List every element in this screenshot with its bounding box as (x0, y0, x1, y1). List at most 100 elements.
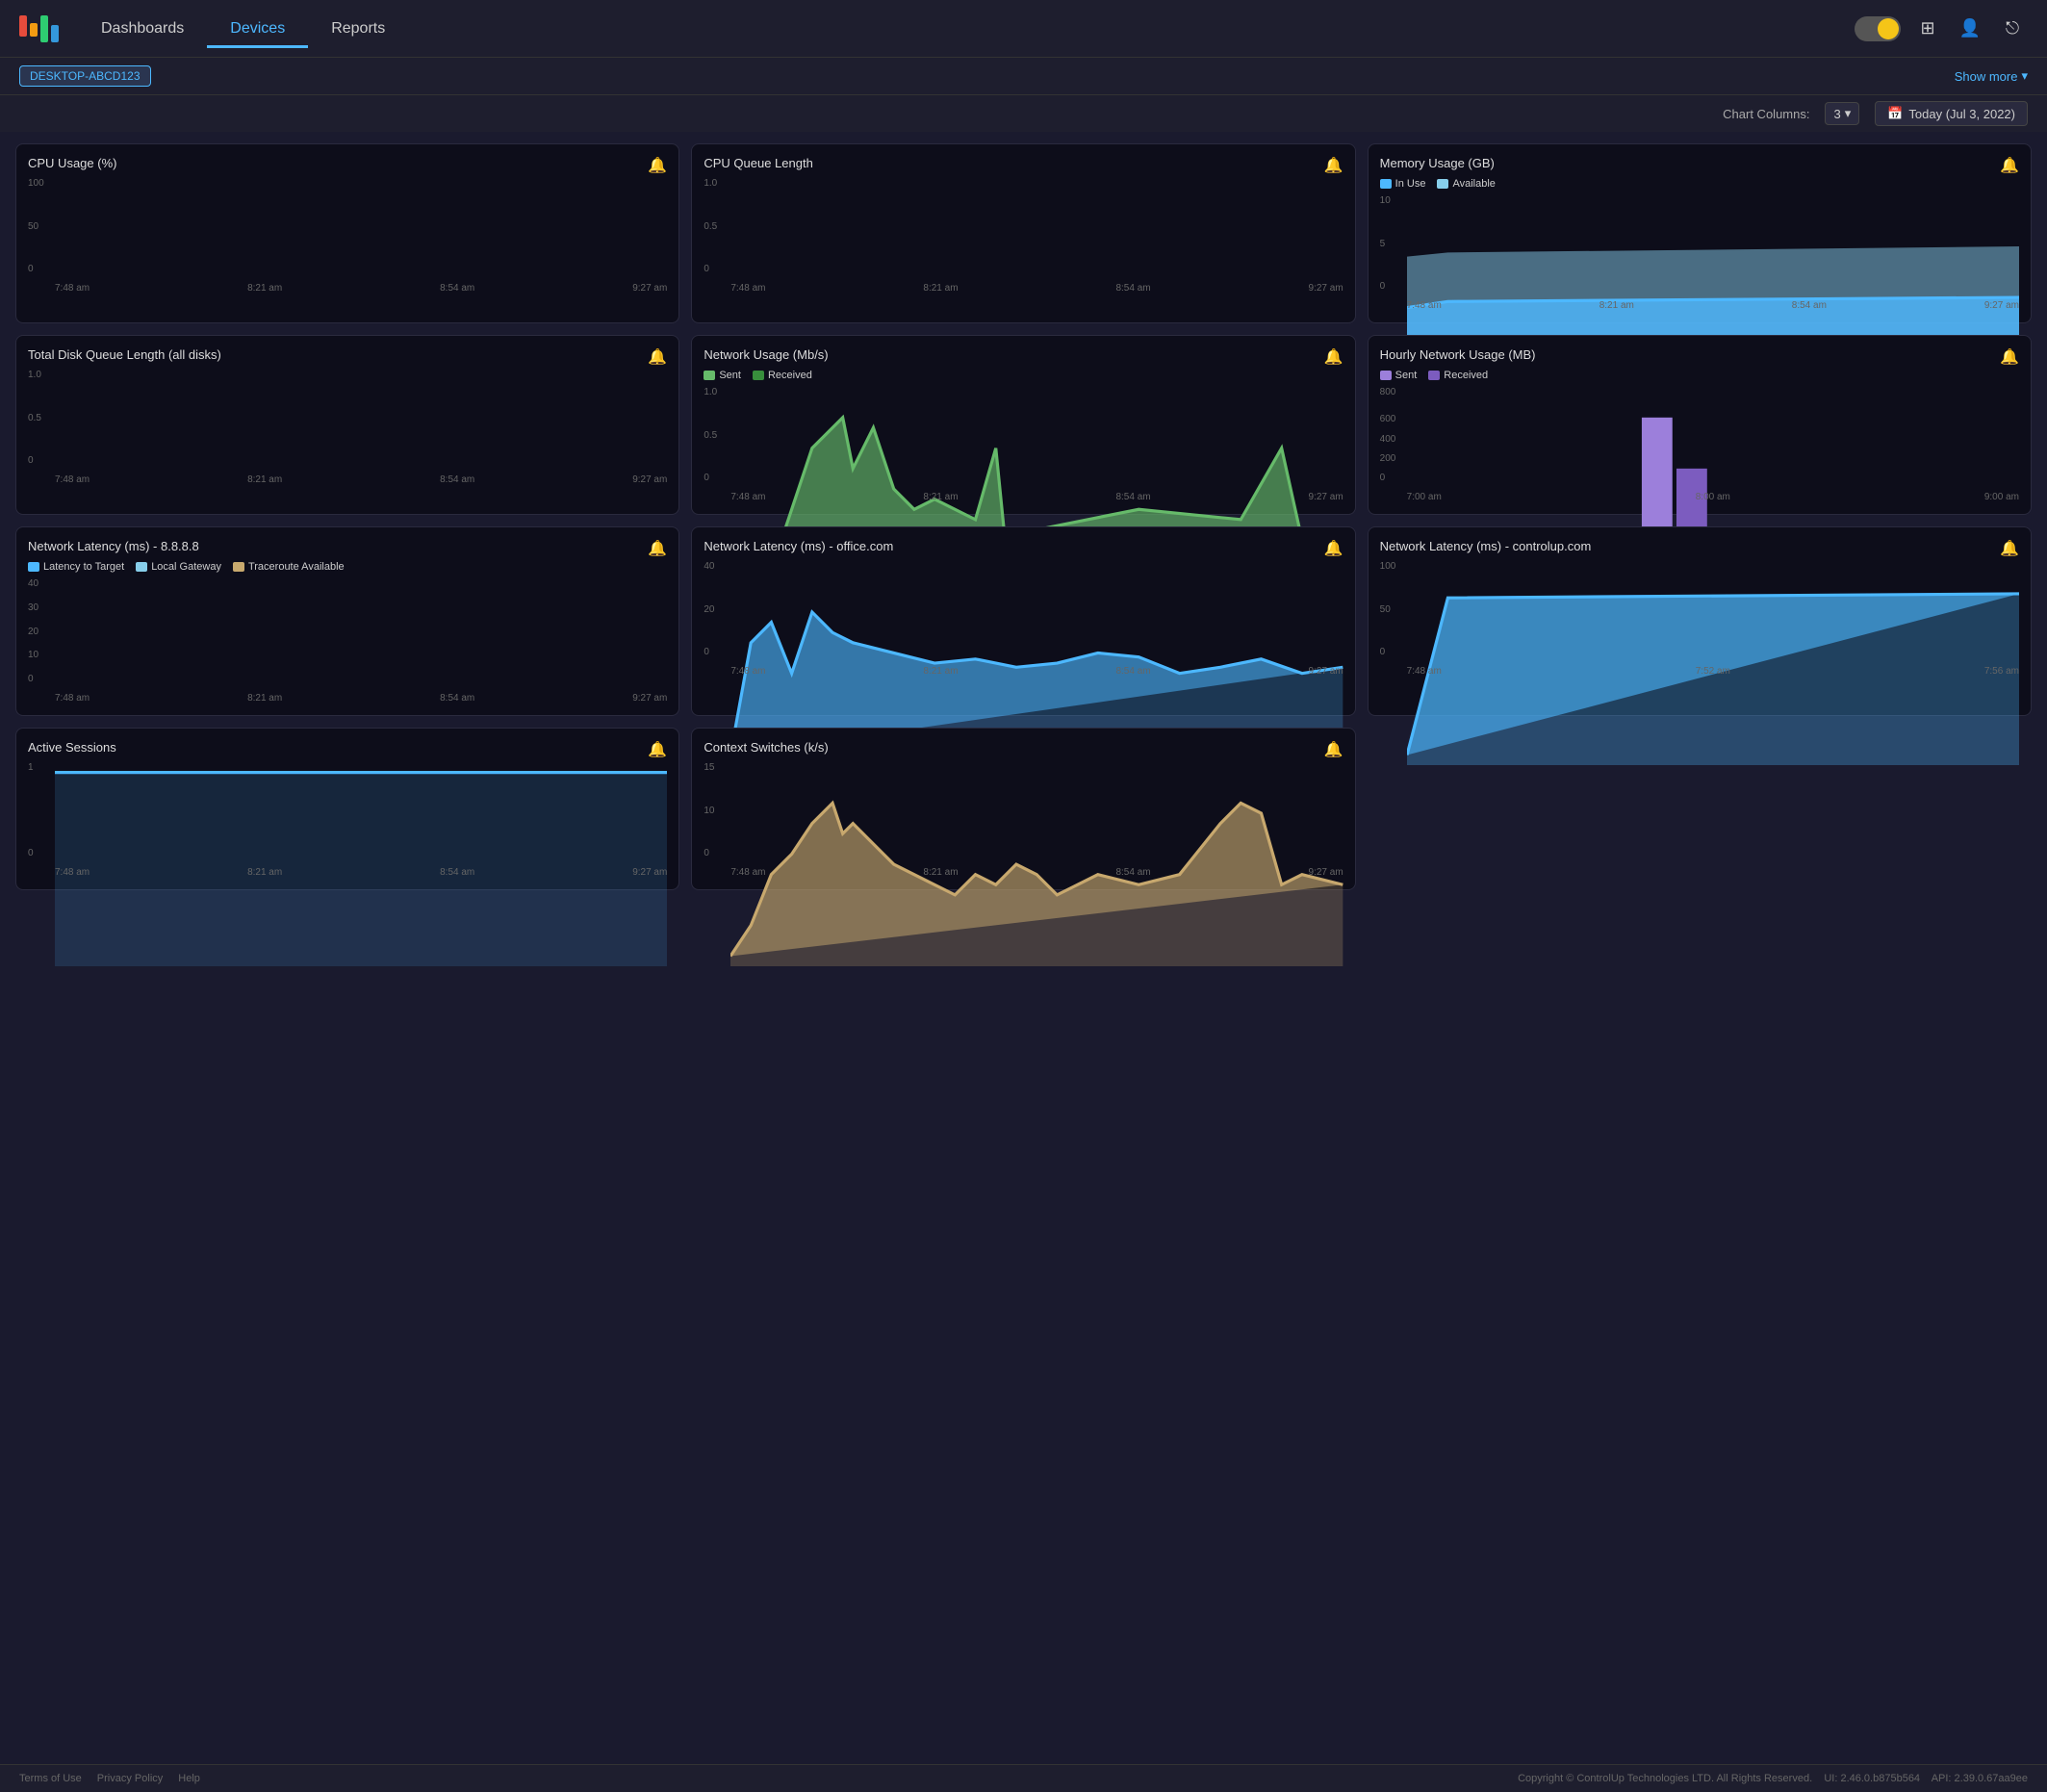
main-content: CPU Usage (%) 🔔 100500 7:48 am8:21 am8:5… (0, 132, 2047, 1764)
chart-legend: Sent Received (704, 370, 1343, 381)
logo-bar-red (19, 15, 27, 37)
privacy-link[interactable]: Privacy Policy (97, 1773, 163, 1784)
x-axis: 7:48 am7:52 am7:56 am (1407, 666, 2019, 677)
chart-area: 1.00.50 7:48 am8:21 am8:54 am9:27 am (704, 387, 1343, 502)
chart-title: CPU Usage (%) (28, 156, 667, 170)
calendar-icon: 📅 (1887, 106, 1903, 121)
legend-color (233, 562, 244, 572)
chevron-down-icon: ▾ (2021, 68, 2028, 84)
chart-context-switches: Context Switches (k/s) 🔔 15100 7:48 am8:… (691, 728, 1355, 890)
legend-color (1380, 179, 1392, 189)
chart-area: 1.00.50 7:48 am8:21 am8:54 am9:27 am (28, 370, 667, 485)
logo-bar-orange (30, 23, 38, 37)
nav-devices[interactable]: Devices (207, 13, 308, 48)
alert-bell-icon[interactable]: 🔔 (648, 539, 667, 558)
footer-copyright: Copyright © ControlUp Technologies LTD. … (1518, 1773, 2028, 1784)
chart-legend: In Use Available (1380, 178, 2019, 190)
chart-area: 1.00.50 7:48 am8:21 am8:54 am9:27 am (704, 178, 1343, 294)
x-axis: 7:48 am8:21 am8:54 am9:27 am (55, 867, 667, 878)
legend-color (28, 562, 39, 572)
y-axis: 15100 (704, 762, 730, 858)
chart-cpu-usage: CPU Usage (%) 🔔 100500 7:48 am8:21 am8:5… (15, 143, 679, 323)
chart-columns-select[interactable]: 3 ▾ (1825, 102, 1859, 125)
x-axis: 7:48 am8:21 am8:54 am9:27 am (55, 474, 667, 485)
chart-title: Context Switches (k/s) (704, 740, 1343, 755)
chart-cpu-queue: CPU Queue Length 🔔 1.00.50 7:48 am8:21 a… (691, 143, 1355, 323)
y-axis: 40200 (704, 561, 730, 657)
y-axis: 100500 (28, 178, 55, 274)
legend-traceroute: Traceroute Available (233, 561, 345, 573)
device-info: DESKTOP-ABCD123 (19, 65, 151, 87)
x-axis: 7:48 am8:21 am8:54 am9:27 am (730, 492, 1343, 502)
legend-color (1428, 371, 1440, 380)
chart-latency-8888: Network Latency (ms) - 8.8.8.8 🔔 Latency… (15, 526, 679, 716)
alert-bell-icon[interactable]: 🔔 (1324, 156, 1343, 175)
app-logo (19, 15, 59, 42)
chart-area: 15100 7:48 am8:21 am8:54 am9:27 am (704, 762, 1343, 878)
legend-latency-target: Latency to Target (28, 561, 124, 573)
chart-area: 40200 7:48 am8:21 am8:54 am9:27 am (704, 561, 1343, 677)
alert-bell-icon[interactable]: 🔔 (2000, 347, 2019, 367)
date-picker[interactable]: 📅 Today (Jul 3, 2022) (1875, 101, 2028, 126)
chart-svg (730, 762, 1343, 966)
legend-received: Received (1428, 370, 1488, 381)
chart-title: Active Sessions (28, 740, 667, 755)
legend-color (753, 371, 764, 380)
legend-sent: Sent (704, 370, 741, 381)
x-axis: 7:48 am8:21 am8:54 am9:27 am (55, 693, 667, 704)
x-axis: 7:48 am8:21 am8:54 am9:27 am (730, 283, 1343, 294)
alert-bell-icon[interactable]: 🔔 (2000, 539, 2019, 558)
legend-available: Available (1437, 178, 1495, 190)
nav-reports[interactable]: Reports (308, 13, 408, 48)
chart-disk-queue: Total Disk Queue Length (all disks) 🔔 1.… (15, 335, 679, 515)
theme-toggle-knob (1878, 18, 1899, 39)
app-footer: Terms of Use Privacy Policy Help Copyrig… (0, 1764, 2047, 1792)
legend-local-gateway: Local Gateway (136, 561, 221, 573)
chart-legend: Latency to Target Local Gateway Tracerou… (28, 561, 667, 573)
nav-dashboards[interactable]: Dashboards (78, 13, 207, 48)
y-axis: 1.00.50 (704, 178, 730, 274)
chart-latency-controlup: Network Latency (ms) - controlup.com 🔔 1… (1368, 526, 2032, 716)
chart-svg (1407, 561, 2019, 765)
chart-title: Network Usage (Mb/s) (704, 347, 1343, 362)
alert-bell-icon[interactable]: 🔔 (1324, 347, 1343, 367)
alert-bell-icon[interactable]: 🔔 (1324, 539, 1343, 558)
legend-received: Received (753, 370, 812, 381)
legend-color (1380, 371, 1392, 380)
chart-network-usage: Network Usage (Mb/s) 🔔 Sent Received 1.0… (691, 335, 1355, 515)
y-axis: 403020100 (28, 578, 55, 684)
legend-sent: Sent (1380, 370, 1418, 381)
chart-area: 403020100 7:48 am8:21 am8:54 am9:27 am (28, 578, 667, 704)
chart-memory-usage: Memory Usage (GB) 🔔 In Use Available 105… (1368, 143, 2032, 323)
theme-toggle[interactable] (1855, 16, 1901, 41)
chart-active-sessions: Active Sessions 🔔 10 7:48 am8:21 am8:54 … (15, 728, 679, 890)
alert-bell-icon[interactable]: 🔔 (2000, 156, 2019, 175)
terms-link[interactable]: Terms of Use (19, 1773, 82, 1784)
chart-controls-bar: Chart Columns: 3 ▾ 📅 Today (Jul 3, 2022) (0, 95, 2047, 132)
footer-links: Terms of Use Privacy Policy Help (19, 1773, 200, 1784)
chart-area: 8006004002000 7:00 am8:00 am9:00 (1380, 387, 2019, 502)
app-header: Dashboards Devices Reports ⊞ 👤 ⎋ (0, 0, 2047, 58)
device-badge: DESKTOP-ABCD123 (19, 65, 151, 87)
help-link[interactable]: Help (178, 1773, 200, 1784)
chart-title: Network Latency (ms) - 8.8.8.8 (28, 539, 667, 553)
x-axis: 7:00 am8:00 am9:00 am (1407, 492, 2019, 502)
exit-icon[interactable]: ⎋ (1997, 13, 2028, 44)
legend-color (136, 562, 147, 572)
logo-bar-green (40, 15, 48, 42)
chart-title: Memory Usage (GB) (1380, 156, 2019, 170)
user-icon[interactable]: 👤 (1955, 13, 1985, 44)
y-axis: 1050 (1380, 195, 1407, 292)
alert-bell-icon[interactable]: 🔔 (648, 740, 667, 759)
alert-bell-icon[interactable]: 🔔 (648, 347, 667, 367)
alert-bell-icon[interactable]: 🔔 (648, 156, 667, 175)
top-bar: DESKTOP-ABCD123 Show more ▾ (0, 58, 2047, 95)
chart-hourly-network: Hourly Network Usage (MB) 🔔 Sent Receive… (1368, 335, 2032, 515)
alert-bell-icon[interactable]: 🔔 (1324, 740, 1343, 759)
chart-title: Hourly Network Usage (MB) (1380, 347, 2019, 362)
x-axis: 7:48 am8:21 am8:54 am9:27 am (730, 666, 1343, 677)
chart-area: 10 7:48 am8:21 am8:54 am9:27 am (28, 762, 667, 878)
y-axis: 1.00.50 (28, 370, 55, 466)
show-more-button[interactable]: Show more ▾ (1955, 68, 2028, 84)
grid-icon[interactable]: ⊞ (1912, 13, 1943, 44)
